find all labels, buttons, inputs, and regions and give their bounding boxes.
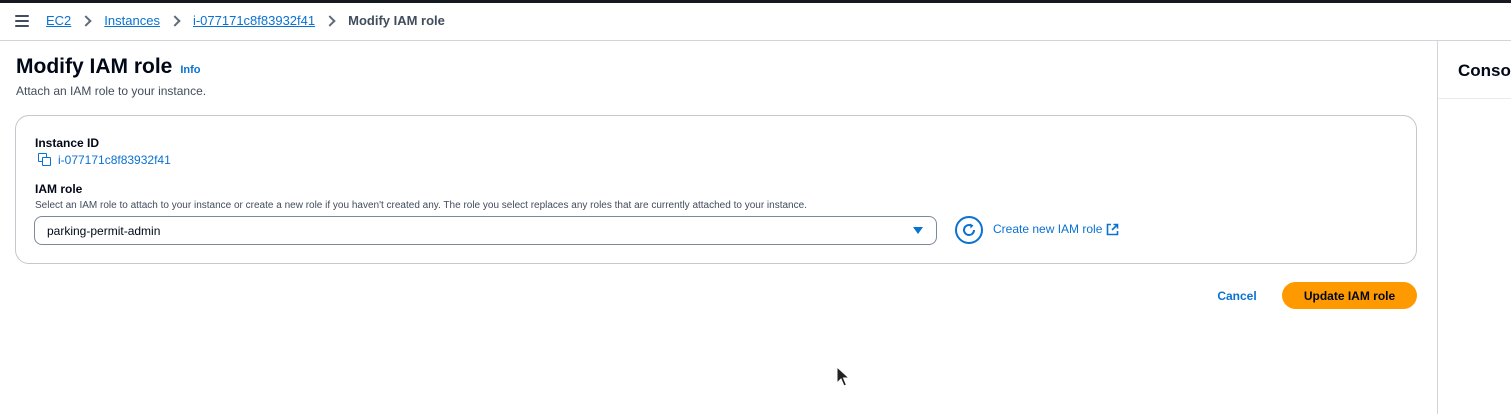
mouse-cursor-icon <box>836 366 850 387</box>
iam-role-description: Select an IAM role to attach to your ins… <box>35 200 807 211</box>
iam-role-label: IAM role <box>35 182 83 196</box>
iam-role-selected-value: parking-permit-admin <box>47 223 161 238</box>
create-iam-role-label: Create new IAM role <box>993 222 1103 236</box>
console-panel-title: Console <box>1438 41 1511 99</box>
breadcrumb-instance-id[interactable]: i-077171c8f83932f41 <box>193 13 315 28</box>
chevron-right-icon <box>324 14 336 27</box>
menu-icon[interactable] <box>15 15 29 27</box>
breadcrumb-current: Modify IAM role <box>348 13 445 28</box>
breadcrumb: EC2 Instances i-077171c8f83932f41 Modify… <box>46 13 445 28</box>
instance-id-value: i-077171c8f83932f41 <box>58 153 171 167</box>
page-header: Modify IAM role Info <box>16 55 201 79</box>
console-panel: Console <box>1437 41 1511 414</box>
iam-role-select[interactable]: parking-permit-admin <box>34 216 937 245</box>
instance-id-copy[interactable]: i-077171c8f83932f41 <box>38 153 171 167</box>
create-iam-role-link[interactable]: Create new IAM role <box>993 222 1119 236</box>
breadcrumb-instances[interactable]: Instances <box>104 13 160 28</box>
info-link[interactable]: Info <box>180 64 200 76</box>
chevron-right-icon <box>80 14 92 27</box>
breadcrumb-ec2[interactable]: EC2 <box>46 13 71 28</box>
external-link-icon <box>1107 223 1119 235</box>
update-iam-role-button[interactable]: Update IAM role <box>1282 282 1417 309</box>
caret-down-icon <box>913 227 923 234</box>
form-container: Instance ID i-077171c8f83932f41 IAM role… <box>15 115 1417 264</box>
page-description: Attach an IAM role to your instance. <box>16 84 207 98</box>
instance-id-label: Instance ID <box>35 136 100 150</box>
page-title: Modify IAM role <box>16 55 173 78</box>
breadcrumb-bar: EC2 Instances i-077171c8f83932f41 Modify… <box>0 3 1511 41</box>
refresh-roles-button[interactable] <box>955 216 983 244</box>
chevron-right-icon <box>169 14 181 27</box>
refresh-icon <box>963 223 976 236</box>
cancel-button[interactable]: Cancel <box>1206 282 1268 309</box>
copy-icon[interactable] <box>38 153 52 167</box>
